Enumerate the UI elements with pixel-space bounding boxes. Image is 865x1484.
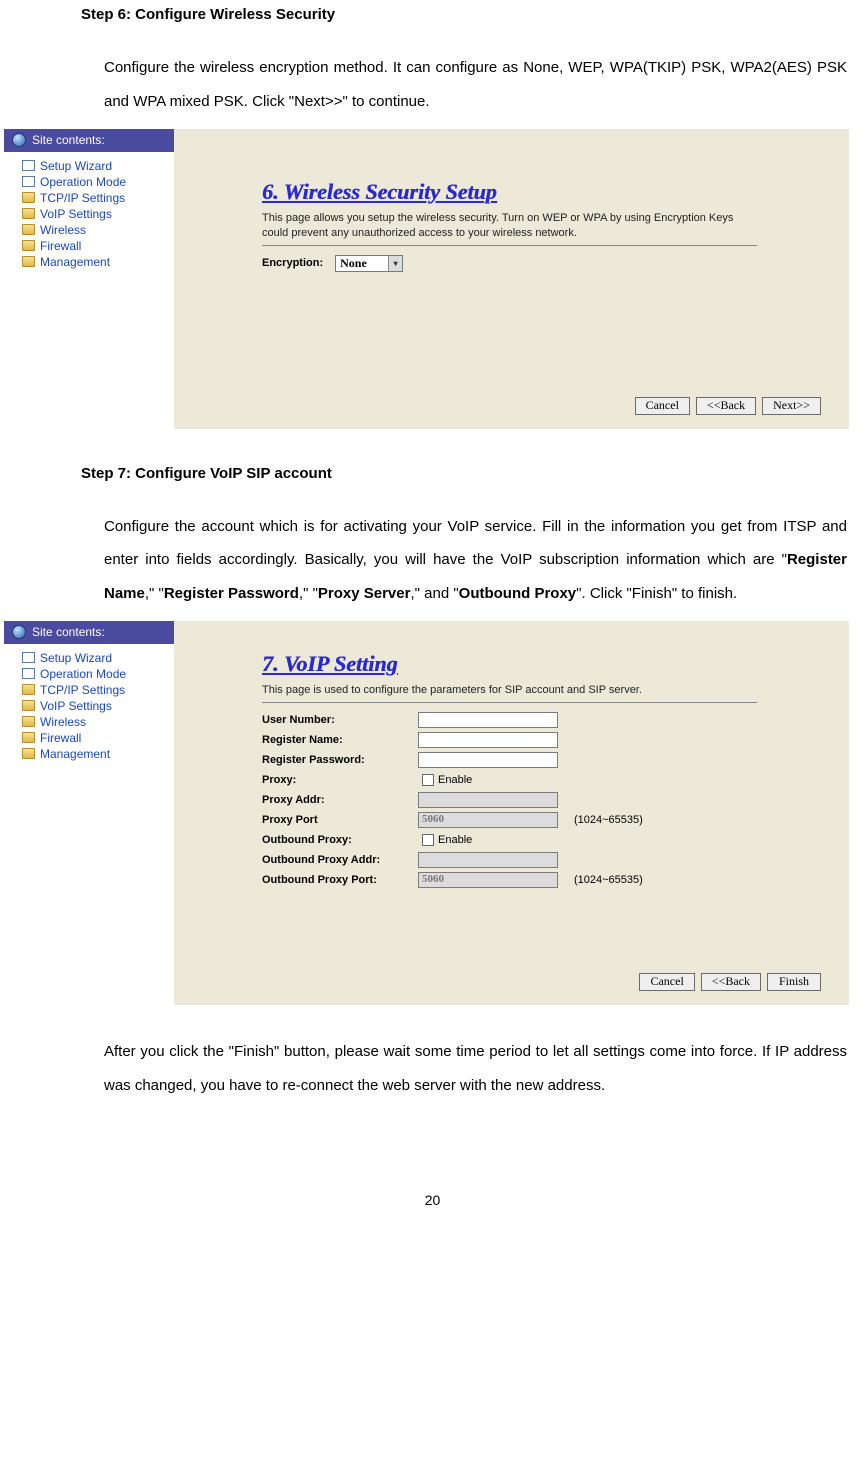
page-number: 20 (0, 1192, 865, 1208)
sidebar-item-firewall[interactable]: Firewall (8, 238, 170, 254)
proxy-label: Proxy: (262, 774, 410, 786)
sidebar-title: Site contents: (32, 625, 105, 639)
folder-icon (22, 732, 35, 743)
proxy-port-label: Proxy Port (262, 814, 410, 826)
user-number-row: User Number: (262, 711, 831, 729)
sidebar-item-management[interactable]: Management (8, 254, 170, 270)
outbound-proxy-addr-input[interactable] (418, 852, 558, 868)
divider (262, 702, 757, 703)
outbound-proxy-port-label: Outbound Proxy Port: (262, 874, 410, 886)
screenshot-wireless-security: Site contents: Setup Wizard Operation Mo… (4, 129, 849, 429)
sidebar-item-tcpip[interactable]: TCP/IP Settings (8, 190, 170, 206)
closing-paragraph: After you click the "Finish" button, ple… (0, 1035, 865, 1103)
sidebar-item-setup-wizard[interactable]: Setup Wizard (8, 650, 170, 666)
chevron-down-icon[interactable]: ▾ (388, 256, 402, 271)
panel6-title: 6. Wireless Security Setup (262, 179, 831, 205)
sidebar-title: Site contents: (32, 133, 105, 147)
finish-button[interactable]: Finish (767, 973, 821, 991)
page-icon (22, 652, 35, 663)
page-icon (22, 160, 35, 171)
sidebar-item-operation-mode[interactable]: Operation Mode (8, 666, 170, 682)
folder-icon (22, 684, 35, 695)
panel6-desc: This page allows you setup the wireless … (262, 211, 742, 242)
globe-icon (12, 133, 26, 147)
step6-paragraph: Configure the wireless encryption method… (0, 51, 865, 119)
proxy-addr-label: Proxy Addr: (262, 794, 410, 806)
panel7-desc: This page is used to configure the param… (262, 683, 742, 698)
sidebar-item-operation-mode[interactable]: Operation Mode (8, 174, 170, 190)
proxy-addr-input[interactable] (418, 792, 558, 808)
encryption-select[interactable]: None ▾ (335, 255, 403, 272)
sidebar-item-voip[interactable]: VoIP Settings (8, 206, 170, 222)
step6-heading: Step 6: Configure Wireless Security (81, 6, 865, 23)
sidebar-item-setup-wizard[interactable]: Setup Wizard (8, 158, 170, 174)
sidebar: Site contents: Setup Wizard Operation Mo… (4, 621, 174, 1005)
sidebar-item-management[interactable]: Management (8, 746, 170, 762)
proxy-port-row: Proxy Port 5060 (1024~65535) (262, 811, 831, 829)
folder-icon (22, 700, 35, 711)
proxy-enable-label: Enable (438, 774, 472, 786)
outbound-proxy-port-range: (1024~65535) (574, 874, 643, 886)
next-button[interactable]: Next>> (762, 397, 821, 415)
folder-icon (22, 748, 35, 759)
sidebar: Site contents: Setup Wizard Operation Mo… (4, 129, 174, 429)
sidebar-item-tcpip[interactable]: TCP/IP Settings (8, 682, 170, 698)
sidebar-tree: Setup Wizard Operation Mode TCP/IP Setti… (4, 152, 174, 276)
panel6-buttons: Cancel <<Back Next>> (635, 397, 821, 415)
folder-icon (22, 224, 35, 235)
sidebar-tree: Setup Wizard Operation Mode TCP/IP Setti… (4, 644, 174, 768)
outbound-proxy-port-row: Outbound Proxy Port: 5060 (1024~65535) (262, 871, 831, 889)
globe-icon (12, 625, 26, 639)
back-button[interactable]: <<Back (696, 397, 756, 415)
sidebar-item-wireless[interactable]: Wireless (8, 222, 170, 238)
proxy-port-input[interactable]: 5060 (418, 812, 558, 828)
proxy-row: Proxy: Enable (262, 771, 831, 789)
folder-icon (22, 208, 35, 219)
encryption-row: Encryption: None ▾ (262, 254, 831, 272)
page-icon (22, 176, 35, 187)
sidebar-item-wireless[interactable]: Wireless (8, 714, 170, 730)
folder-icon (22, 192, 35, 203)
user-number-input[interactable] (418, 712, 558, 728)
page-icon (22, 668, 35, 679)
divider (262, 245, 757, 246)
outbound-proxy-addr-label: Outbound Proxy Addr: (262, 854, 410, 866)
register-name-row: Register Name: (262, 731, 831, 749)
step7-heading: Step 7: Configure VoIP SIP account (81, 465, 865, 482)
encryption-value: None (340, 256, 367, 271)
back-button[interactable]: <<Back (701, 973, 761, 991)
sidebar-header: Site contents: (4, 621, 174, 644)
user-number-label: User Number: (262, 714, 410, 726)
outbound-proxy-label: Outbound Proxy: (262, 834, 410, 846)
proxy-enable-checkbox[interactable] (422, 774, 434, 786)
sidebar-item-firewall[interactable]: Firewall (8, 730, 170, 746)
step7-paragraph: Configure the account which is for activ… (0, 510, 865, 611)
register-name-input[interactable] (418, 732, 558, 748)
cancel-button[interactable]: Cancel (639, 973, 694, 991)
outbound-proxy-port-input[interactable]: 5060 (418, 872, 558, 888)
outbound-proxy-enable-checkbox[interactable] (422, 834, 434, 846)
outbound-proxy-row: Outbound Proxy: Enable (262, 831, 831, 849)
sidebar-item-voip[interactable]: VoIP Settings (8, 698, 170, 714)
panel7-title: 7. VoIP Setting (262, 651, 831, 677)
panel7-content: 7. VoIP Setting This page is used to con… (174, 621, 849, 1005)
outbound-proxy-enable-label: Enable (438, 834, 472, 846)
folder-icon (22, 256, 35, 267)
folder-icon (22, 716, 35, 727)
screenshot-voip-setting: Site contents: Setup Wizard Operation Mo… (4, 621, 849, 1005)
sidebar-header: Site contents: (4, 129, 174, 152)
outbound-proxy-addr-row: Outbound Proxy Addr: (262, 851, 831, 869)
proxy-addr-row: Proxy Addr: (262, 791, 831, 809)
panel6-content: 6. Wireless Security Setup This page all… (174, 129, 849, 429)
panel7-buttons: Cancel <<Back Finish (639, 973, 821, 991)
cancel-button[interactable]: Cancel (635, 397, 690, 415)
register-name-label: Register Name: (262, 734, 410, 746)
register-password-input[interactable] (418, 752, 558, 768)
register-password-row: Register Password: (262, 751, 831, 769)
register-password-label: Register Password: (262, 754, 410, 766)
encryption-label: Encryption: (262, 257, 323, 269)
proxy-port-range: (1024~65535) (574, 814, 643, 826)
folder-icon (22, 240, 35, 251)
